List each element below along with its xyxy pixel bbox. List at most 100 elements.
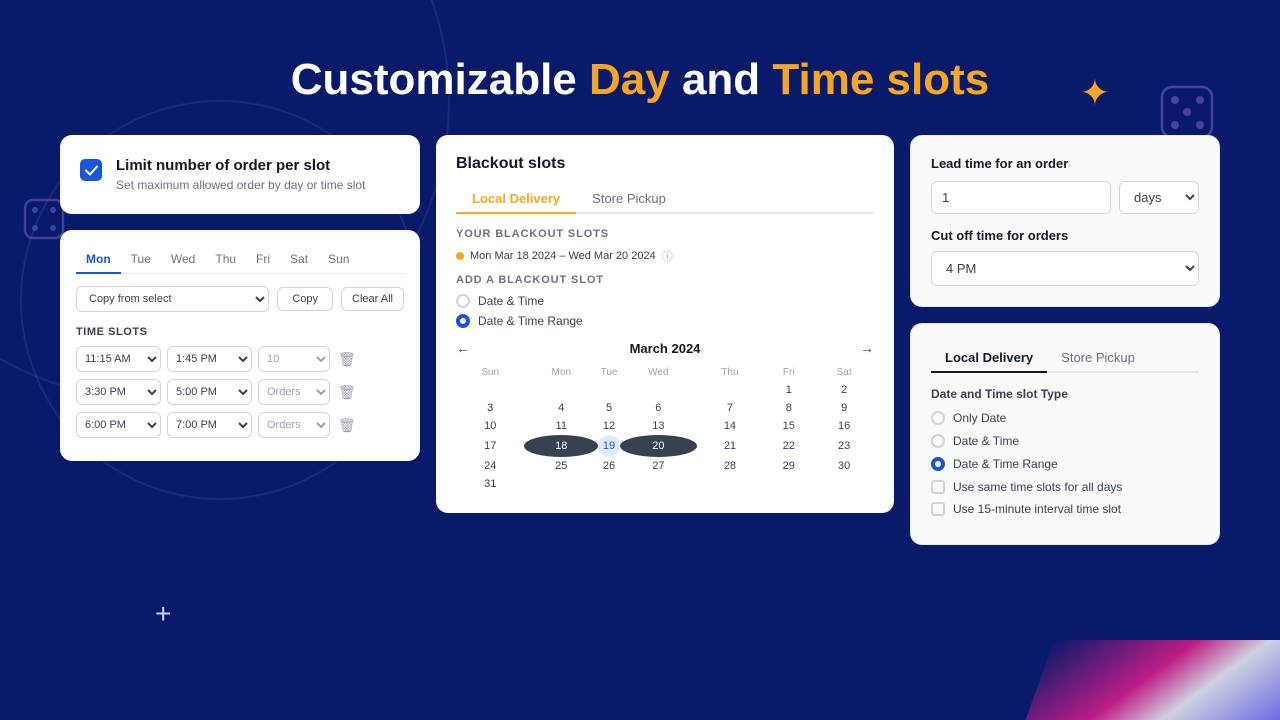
day-tab-sat[interactable]: Sat	[280, 246, 318, 274]
star-icon: ✦	[1080, 72, 1110, 114]
copy-from-select[interactable]: Copy from select	[76, 286, 269, 312]
lead-time-card: Lead time for an order ▲ ▼ days hours Cu…	[910, 135, 1220, 307]
delete-slot-2-button[interactable]: 🗑	[336, 382, 358, 403]
calendar-day[interactable]: 5	[598, 399, 620, 417]
calendar-day[interactable]: 18	[524, 435, 598, 457]
right-column: Lead time for an order ▲ ▼ days hours Cu…	[910, 135, 1220, 545]
dt-radio-date-time-range[interactable]	[931, 457, 945, 471]
slot-1-orders[interactable]: 10	[258, 346, 330, 372]
calendar-day	[620, 381, 697, 399]
day-tab-mon[interactable]: Mon	[76, 246, 121, 274]
datetype-tab-local[interactable]: Local Delivery	[931, 344, 1047, 373]
calendar-day[interactable]: 12	[598, 417, 620, 435]
middle-column: Blackout slots Local Delivery Store Pick…	[436, 135, 894, 545]
limit-card-content: Limit number of order per slot Set maxim…	[116, 157, 365, 192]
day-tab-fri[interactable]: Fri	[246, 246, 280, 274]
checkbox-15min-interval-label: Use 15-minute interval time slot	[953, 502, 1121, 516]
radio-date-time-label: Date & Time	[478, 294, 544, 308]
radio-date-time: Date & Time	[456, 294, 874, 308]
datetype-tab-pickup[interactable]: Store Pickup	[1047, 344, 1149, 373]
slot-1-end[interactable]: 1:45 PM	[167, 346, 252, 372]
lead-time-label: Lead time for an order	[931, 156, 1199, 171]
time-slot-row-1: 11:15 AM 1:45 PM 10 🗑	[76, 346, 404, 372]
calendar-day[interactable]: 25	[524, 457, 598, 475]
delete-slot-3-button[interactable]: 🗑	[336, 415, 358, 436]
calendar-day	[456, 381, 524, 399]
calendar-month-title: March 2024	[630, 341, 701, 356]
day-tab-thu[interactable]: Thu	[205, 246, 246, 274]
limit-orders-card: Limit number of order per slot Set maxim…	[60, 135, 420, 214]
calendar-day[interactable]: 27	[620, 457, 697, 475]
slot-3-orders[interactable]: Orders	[258, 412, 330, 438]
dt-radio-date-time[interactable]	[931, 434, 945, 448]
calendar-day[interactable]: 4	[524, 399, 598, 417]
limit-checkbox[interactable]	[80, 159, 102, 181]
datetype-radio-only-date: Only Date	[931, 411, 1199, 425]
calendar-day[interactable]: 8	[763, 399, 814, 417]
tab-store-pickup[interactable]: Store Pickup	[576, 185, 682, 214]
calendar-day[interactable]: 17	[456, 435, 524, 457]
day-tab-wed[interactable]: Wed	[161, 246, 205, 274]
day-tab-tue[interactable]: Tue	[121, 246, 161, 274]
calendar-prev-button[interactable]: ←	[456, 340, 470, 356]
calendar-day[interactable]: 24	[456, 457, 524, 475]
lead-time-unit-select[interactable]: days hours	[1119, 181, 1199, 214]
calendar-day[interactable]: 9	[814, 399, 874, 417]
checkbox-same-slots-box[interactable]	[931, 480, 945, 494]
calendar-next-button[interactable]: →	[860, 340, 874, 356]
calendar-day[interactable]: 6	[620, 399, 697, 417]
slot-2-orders[interactable]: Orders	[258, 379, 330, 405]
calendar-day[interactable]: 15	[763, 417, 814, 435]
lead-time-row: ▲ ▼ days hours	[931, 181, 1199, 214]
calendar-day[interactable]: 13	[620, 417, 697, 435]
slot-2-end[interactable]: 5:00 PM	[167, 379, 252, 405]
calendar-day[interactable]: 30	[814, 457, 874, 475]
clear-all-button[interactable]: Clear All	[341, 287, 404, 311]
checkbox-15min-interval-box[interactable]	[931, 502, 945, 516]
calendar-day[interactable]: 21	[697, 435, 764, 457]
cutoff-time-select[interactable]: 4 PM 5 PM 6 PM	[931, 251, 1199, 286]
tab-local-delivery[interactable]: Local Delivery	[456, 185, 576, 214]
calendar-day[interactable]: 7	[697, 399, 764, 417]
calendar-day[interactable]: 14	[697, 417, 764, 435]
dt-radio-only-date[interactable]	[931, 411, 945, 425]
calendar-day[interactable]: 20	[620, 435, 697, 457]
calendar-day[interactable]: 31	[456, 475, 524, 493]
calendar-day[interactable]: 1	[763, 381, 814, 399]
cutoff-label: Cut off time for orders	[931, 228, 1199, 243]
calendar-day[interactable]: 26	[598, 457, 620, 475]
day-tab-sun[interactable]: Sun	[318, 246, 359, 274]
radio-date-time-circle[interactable]	[456, 294, 470, 308]
calendar-day[interactable]: 28	[697, 457, 764, 475]
radio-date-time-range-label: Date & Time Range	[478, 314, 583, 328]
slot-2-start[interactable]: 3:30 PM	[76, 379, 161, 405]
calendar-day[interactable]: 3	[456, 399, 524, 417]
calendar-day[interactable]: 19	[598, 435, 620, 457]
slot-1-start[interactable]: 11:15 AM	[76, 346, 161, 372]
time-slot-row-3: 6:00 PM 7:00 PM Orders 🗑	[76, 412, 404, 438]
calendar-day[interactable]: 16	[814, 417, 874, 435]
calendar-day[interactable]: 11	[524, 417, 598, 435]
calendar-day[interactable]: 23	[814, 435, 874, 457]
dt-label-only-date: Only Date	[953, 411, 1006, 425]
calendar-day[interactable]: 10	[456, 417, 524, 435]
calendar-day[interactable]: 22	[763, 435, 814, 457]
calendar-day[interactable]: 2	[814, 381, 874, 399]
bottom-stripe	[1025, 640, 1280, 720]
cal-header-sat: Sat	[814, 364, 874, 381]
blackout-tabs: Local Delivery Store Pickup	[456, 185, 874, 214]
checkbox-15min-interval: Use 15-minute interval time slot	[931, 502, 1199, 516]
slot-3-start[interactable]: 6:00 PM	[76, 412, 161, 438]
page-header: Customizable Day and Time slots	[0, 0, 1280, 135]
calendar-day	[620, 475, 697, 493]
calendar-day	[598, 475, 620, 493]
radio-date-time-range-circle[interactable]	[456, 314, 470, 328]
lead-time-input[interactable]	[932, 182, 1111, 213]
dt-label-date-time-range: Date & Time Range	[953, 457, 1058, 471]
delete-slot-1-button[interactable]: 🗑	[336, 349, 358, 370]
slot-3-end[interactable]: 7:00 PM	[167, 412, 252, 438]
content-area: Limit number of order per slot Set maxim…	[0, 135, 1280, 545]
calendar-day[interactable]: 29	[763, 457, 814, 475]
calendar-day	[598, 381, 620, 399]
copy-button[interactable]: Copy	[277, 287, 333, 311]
